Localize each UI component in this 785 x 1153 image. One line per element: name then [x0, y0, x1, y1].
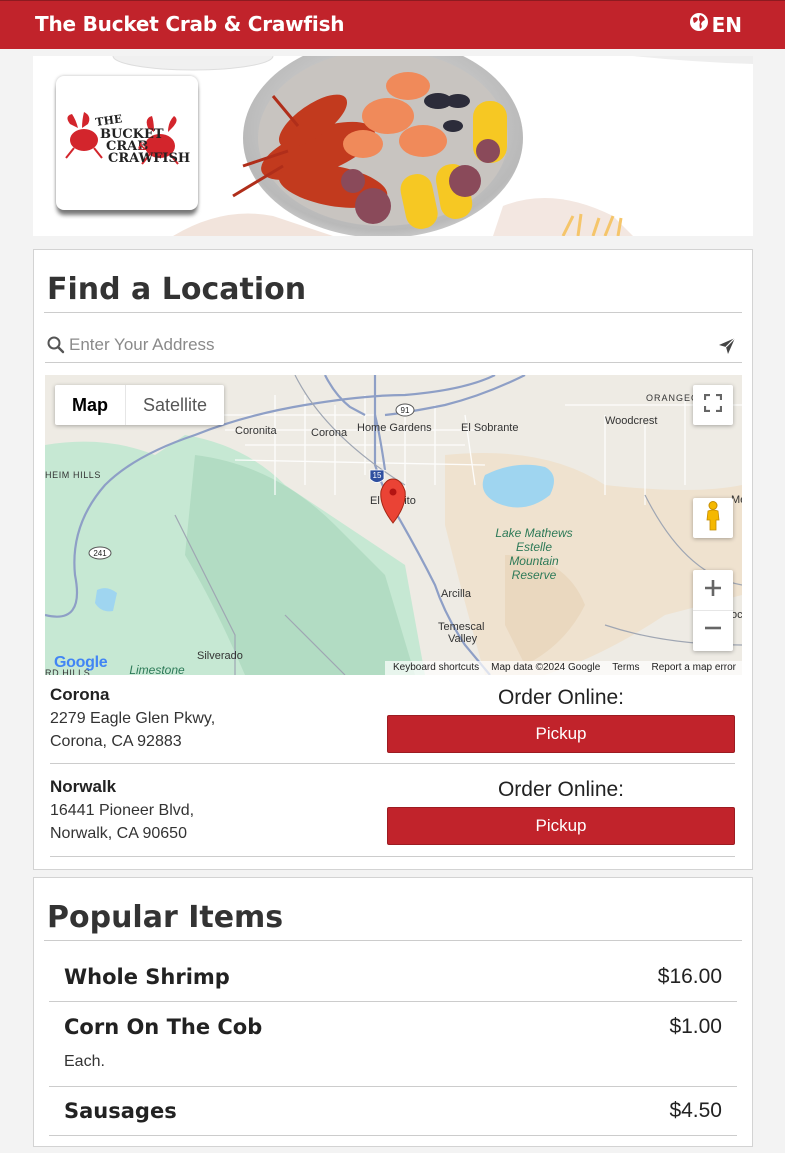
store-address-line2: Corona, CA 92883 — [50, 733, 182, 750]
map-type-map[interactable]: Map — [55, 385, 126, 425]
terms-link[interactable]: Terms — [612, 661, 639, 675]
svg-text:91: 91 — [401, 406, 410, 415]
order-online-label: Order Online: — [497, 778, 625, 801]
svg-text:15: 15 — [373, 471, 382, 480]
heading-divider — [44, 312, 742, 313]
store-name: Norwalk — [50, 777, 117, 796]
locate-me-icon[interactable] — [718, 337, 736, 360]
zoom-controls — [693, 570, 733, 651]
item-price: $1.00 — [669, 1015, 722, 1038]
language-code: EN — [711, 12, 742, 37]
item-name: Sausages — [64, 1099, 177, 1123]
globe-icon — [689, 12, 709, 37]
item-name: Whole Shrimp — [64, 965, 230, 989]
svg-text:Valley: Valley — [448, 633, 478, 645]
language-selector[interactable]: EN — [689, 12, 742, 37]
popular-items-heading: Popular Items — [47, 900, 284, 935]
svg-text:Arcilla: Arcilla — [441, 588, 472, 600]
svg-text:Temescal: Temescal — [438, 621, 484, 633]
pickup-button[interactable]: Pickup — [387, 807, 735, 845]
google-logo[interactable]: Google — [54, 654, 108, 672]
pickup-button[interactable]: Pickup — [387, 715, 735, 753]
store-divider — [50, 763, 735, 764]
svg-text:Silverado: Silverado — [197, 650, 243, 662]
popular-items-panel: Popular Items Whole Shrimp $16.00 Corn O… — [33, 877, 753, 1147]
find-location-panel: Find a Location Enter Your Address ORANG… — [33, 249, 753, 870]
store-address-line1: 2279 Eagle Glen Pkwy, — [50, 710, 216, 727]
store-address: 2279 Eagle Glen Pkwy, Corona, CA 92883 — [50, 707, 215, 753]
svg-text:Lake Mathews: Lake Mathews — [495, 526, 572, 540]
svg-text:241: 241 — [93, 549, 107, 558]
menu-item[interactable]: Sausages $4.50 — [49, 1087, 737, 1136]
menu-item[interactable]: Corn On The Cob $1.00 Each. — [49, 1002, 737, 1087]
svg-text:Corona: Corona — [311, 427, 348, 439]
store-name: Corona — [50, 685, 110, 704]
heading-divider — [44, 940, 742, 941]
find-location-heading: Find a Location — [47, 272, 307, 307]
store-address-line1: 16441 Pioneer Blvd, — [50, 802, 195, 819]
keyboard-shortcuts-link[interactable]: Keyboard shortcuts — [393, 661, 479, 675]
restaurant-name: The Bucket Crab & Crawfish — [35, 12, 345, 36]
item-name: Corn On The Cob — [64, 1015, 263, 1039]
store-listing: Norwalk 16441 Pioneer Blvd, Norwalk, CA … — [50, 777, 735, 857]
store-listing: Corona 2279 Eagle Glen Pkwy, Corona, CA … — [50, 685, 735, 765]
item-price: $4.50 — [669, 1099, 722, 1122]
svg-text:CRAWFISH: CRAWFISH — [108, 151, 190, 166]
menu-item[interactable]: Whole Shrimp $16.00 — [49, 952, 737, 1002]
store-address: 16441 Pioneer Blvd, Norwalk, CA 90650 — [50, 799, 194, 845]
hero-banner: THE BUCKET CRAB & CRAWFISH — [33, 56, 753, 236]
item-price: $16.00 — [657, 965, 722, 988]
order-online-label: Order Online: — [497, 686, 625, 709]
svg-text:HEIM HILLS: HEIM HILLS — [45, 470, 101, 480]
plus-icon — [704, 579, 722, 602]
minus-icon — [704, 619, 722, 642]
fullscreen-icon — [703, 393, 723, 417]
crab-logo-image: THE BUCKET CRAB & CRAWFISH — [65, 112, 190, 166]
svg-text:Reserve: Reserve — [512, 568, 557, 582]
svg-text:Estelle: Estelle — [516, 540, 552, 554]
report-error-link[interactable]: Report a map error — [652, 661, 736, 675]
map-type-satellite[interactable]: Satellite — [126, 385, 224, 425]
svg-text:Woodcrest: Woodcrest — [605, 415, 657, 427]
svg-text:Limestone: Limestone — [129, 663, 185, 675]
store-address-line2: Norwalk, CA 90650 — [50, 825, 187, 842]
address-search — [45, 328, 742, 363]
pegman-icon — [705, 500, 721, 536]
restaurant-logo: THE BUCKET CRAB & CRAWFISH — [56, 76, 198, 210]
zoom-out-button[interactable] — [693, 611, 733, 651]
store-divider — [50, 856, 735, 857]
svg-text:Coronita: Coronita — [235, 425, 277, 437]
store-map[interactable]: ORANGECR Woodcrest Coronita Corona Home … — [45, 375, 742, 675]
zoom-in-button[interactable] — [693, 571, 733, 611]
street-view-button[interactable] — [693, 498, 733, 538]
svg-text:Mountain: Mountain — [509, 554, 559, 568]
svg-text:Home Gardens: Home Gardens — [357, 422, 432, 434]
google-wordmark: Google — [54, 654, 108, 671]
address-input[interactable] — [69, 333, 709, 357]
map-type-toggle: Map Satellite — [55, 385, 225, 425]
map-data-credit: Map data ©2024 Google — [491, 662, 601, 673]
item-description: Each. — [64, 1053, 105, 1070]
search-icon — [47, 336, 65, 359]
fullscreen-button[interactable] — [693, 385, 733, 425]
top-bar: The Bucket Crab & Crawfish EN — [0, 0, 785, 49]
map-footer: Keyboard shortcuts Map data ©2024 Google… — [384, 661, 742, 675]
svg-text:El Sobrante: El Sobrante — [461, 422, 518, 434]
